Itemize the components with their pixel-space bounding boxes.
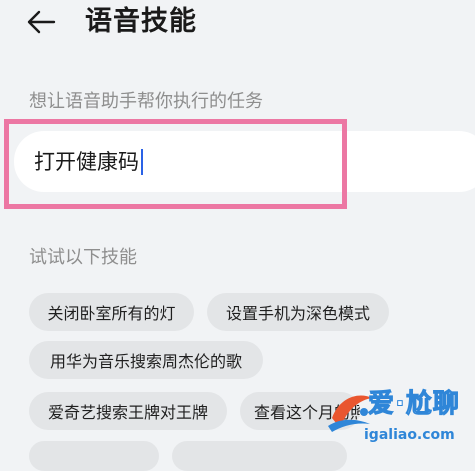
skill-chip-search-music[interactable]: 用华为音乐搜索周杰伦的歌	[29, 341, 263, 379]
skill-chip-bedroom-lights[interactable]: 关闭卧室所有的灯	[29, 293, 194, 331]
skill-chip-cutoff[interactable]	[172, 441, 347, 471]
task-input-value-wrap: 打开健康码	[34, 148, 143, 176]
text-caret	[141, 149, 143, 175]
back-button[interactable]	[26, 5, 66, 39]
skill-chip-dark-mode[interactable]: 设置手机为深色模式	[207, 293, 389, 331]
watermark-domain: igaliao.com	[364, 427, 455, 443]
skills-section-label: 试试以下技能	[29, 247, 137, 268]
arrow-left-icon	[27, 10, 56, 34]
task-input-value: 打开健康码	[34, 150, 139, 174]
header: 语音技能	[0, 0, 475, 48]
watermark-brand: 爱·尬聊	[368, 389, 460, 420]
task-section-label: 想让语音助手帮你执行的任务	[29, 91, 263, 112]
task-input-field[interactable]: 打开健康码	[14, 131, 475, 192]
site-watermark: 爱·尬聊 igaliao.com	[322, 382, 472, 452]
skill-chip-cutoff[interactable]	[29, 441, 159, 471]
skill-chip-iqiyi-search[interactable]: 爱奇艺搜索王牌对王牌	[29, 392, 227, 430]
page-title: 语音技能	[85, 6, 197, 37]
